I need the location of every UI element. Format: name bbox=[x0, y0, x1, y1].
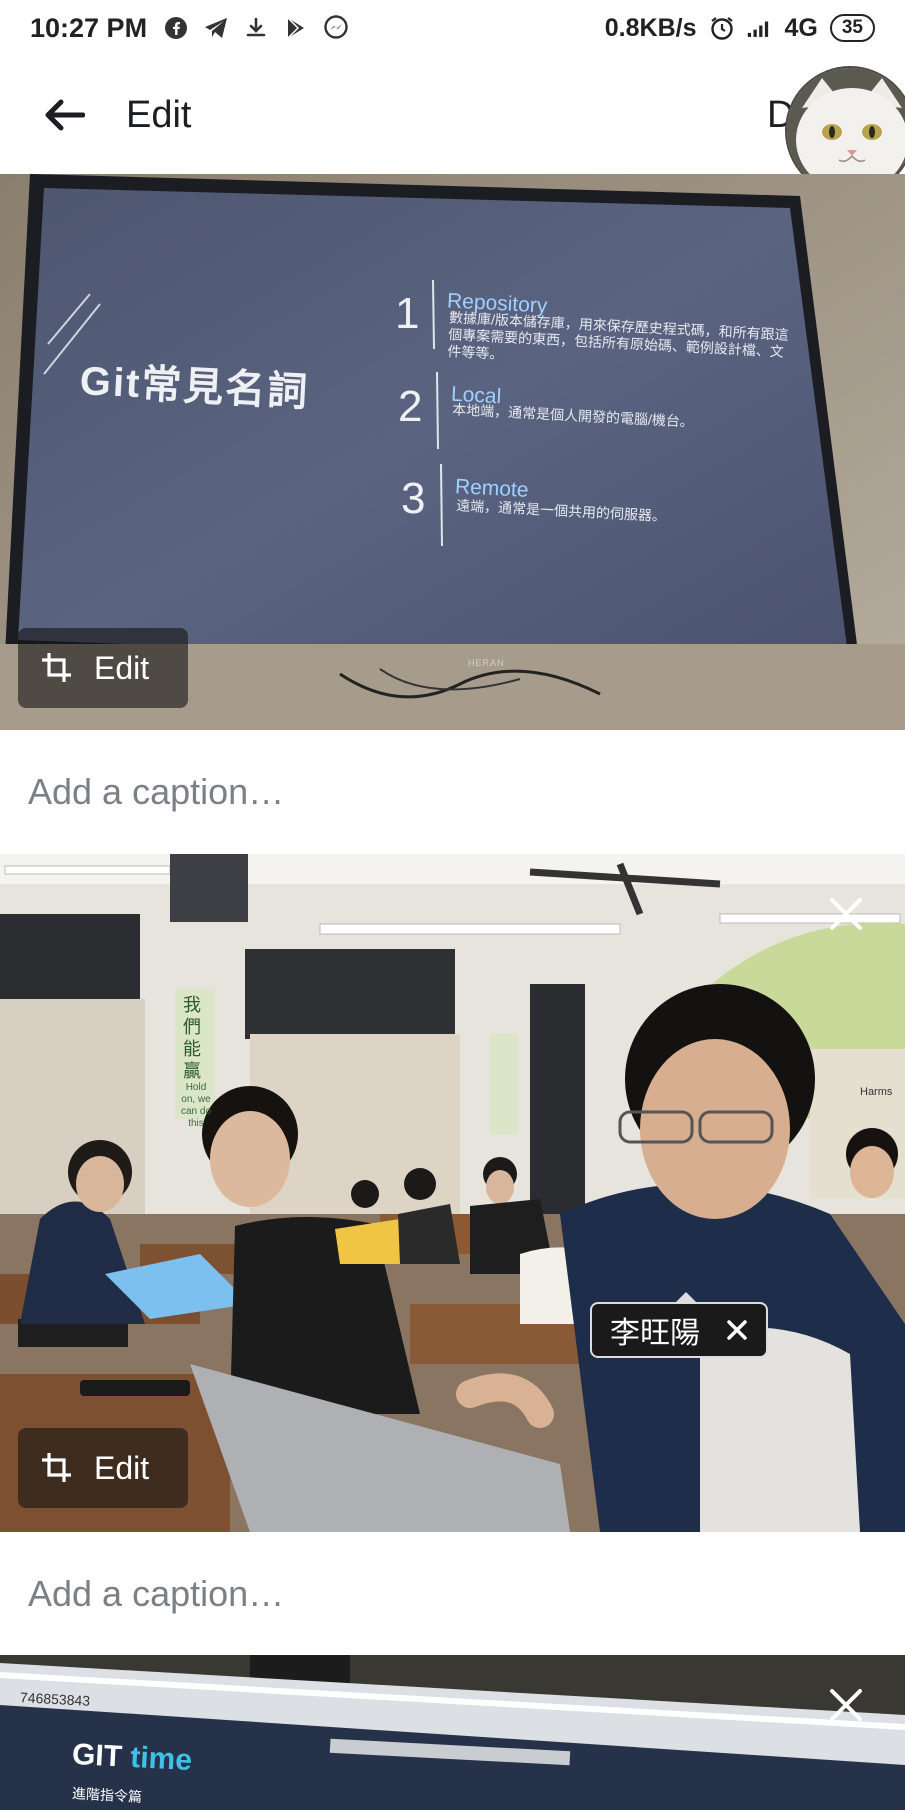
poster-line: Hold bbox=[185, 1082, 207, 1093]
close-icon bbox=[830, 898, 862, 930]
git-time-title: GIT time bbox=[71, 1738, 193, 1778]
messenger-icon bbox=[323, 15, 349, 41]
time-title-part: time bbox=[129, 1740, 193, 1778]
poster-line: can do bbox=[180, 1106, 212, 1117]
caption-input-2[interactable]: Add a caption… bbox=[0, 1532, 905, 1656]
slide-title: Git常見名詞 bbox=[78, 359, 311, 415]
back-button[interactable] bbox=[32, 83, 96, 147]
caption-input-1[interactable]: Add a caption… bbox=[0, 730, 905, 854]
remove-photo-button-3[interactable] bbox=[816, 1675, 876, 1735]
crop-icon bbox=[42, 1453, 71, 1482]
caption-placeholder: Add a caption… bbox=[28, 1573, 285, 1614]
tv-brand-logo: HERAN bbox=[468, 658, 505, 668]
download-icon bbox=[243, 15, 269, 41]
person-tag[interactable]: 李旺陽 bbox=[590, 1292, 768, 1358]
photo-item-2[interactable]: 我們能贏 Hold on, we can do this Harms 李旺陽 E… bbox=[0, 854, 905, 1532]
poster-chinese-text: 我們能贏 bbox=[183, 995, 201, 1081]
play-store-icon bbox=[283, 15, 309, 41]
slide-item-2-number: 2 bbox=[398, 382, 423, 431]
edit-label: Edit bbox=[94, 649, 150, 686]
telegram-icon bbox=[203, 15, 229, 41]
slide-item-1-number: 1 bbox=[395, 289, 420, 338]
alarm-icon bbox=[709, 15, 735, 41]
photo-item-1[interactable]: Git常見名詞 1 Repository 數據庫/版本儲存庫，用來保存歷史程式碼… bbox=[0, 174, 905, 730]
edit-photo-button-1[interactable]: Edit bbox=[18, 628, 188, 708]
network-type: 4G bbox=[784, 13, 818, 42]
status-bar: 10:27 PM 0.8KB/s 4G 35 bbox=[0, 0, 905, 56]
edit-photo-button-2[interactable]: Edit bbox=[18, 1428, 188, 1508]
git-title-part: GIT bbox=[71, 1737, 123, 1774]
photo-item-3[interactable]: 746853843 GIT time 進階指令篇 bbox=[0, 1655, 905, 1810]
notification-icons bbox=[163, 15, 349, 41]
battery-indicator: 35 bbox=[829, 14, 875, 42]
remove-photo-button-2[interactable] bbox=[816, 884, 876, 944]
poster-hold-on-text: Hold on, we can do this bbox=[178, 1082, 214, 1130]
git-time-subtitle: 進階指令篇 bbox=[71, 1785, 143, 1805]
header-right-action[interactable]: D bbox=[765, 66, 905, 196]
status-right: 0.8KB/s 4G 35 bbox=[605, 14, 875, 43]
close-icon bbox=[830, 1689, 862, 1721]
edit-label: Edit bbox=[94, 1449, 150, 1486]
poster-line: on, we bbox=[181, 1094, 211, 1105]
remove-tag-icon[interactable] bbox=[726, 1319, 748, 1341]
slide-item-3-number: 3 bbox=[401, 474, 426, 523]
bulletin-board-label: Harms bbox=[860, 1086, 893, 1098]
facebook-icon bbox=[163, 15, 189, 41]
status-time: 10:27 PM bbox=[30, 12, 148, 43]
crop-icon bbox=[42, 653, 71, 682]
tag-name: 李旺陽 bbox=[610, 1317, 700, 1350]
top-app-bar: Edit D bbox=[0, 56, 905, 196]
signal-icon bbox=[747, 15, 773, 41]
network-speed: 0.8KB/s bbox=[604, 13, 697, 42]
poster-line: this bbox=[188, 1118, 204, 1129]
caption-placeholder: Add a caption… bbox=[28, 771, 285, 812]
back-arrow-icon bbox=[45, 99, 85, 131]
page-title: Edit bbox=[126, 93, 192, 136]
